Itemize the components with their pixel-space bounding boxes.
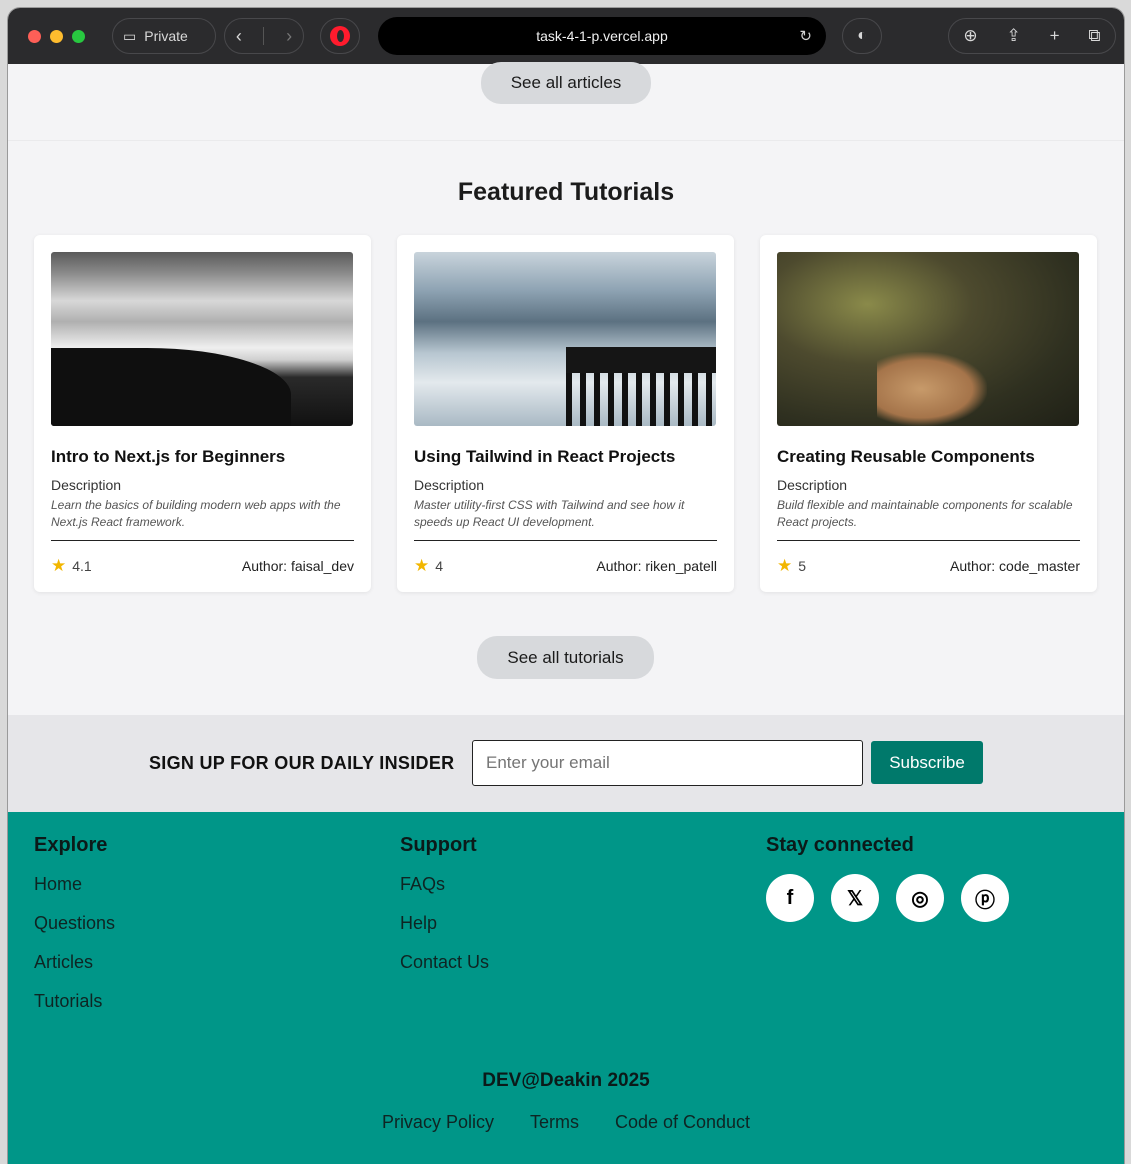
site-footer: Explore Home Questions Articles Tutorial… [8, 812, 1124, 1164]
footer-heading: Support [400, 834, 477, 856]
back-icon[interactable]: ‹ [236, 26, 242, 47]
zoom-window-button[interactable] [72, 29, 85, 43]
pinterest-icon[interactable]: ⓟ [961, 874, 1009, 922]
rating: ★ 5 [777, 556, 806, 576]
close-window-button[interactable] [28, 29, 41, 43]
tutorial-card[interactable]: Using Tailwind in React Projects Descrip… [397, 235, 734, 592]
footer-support: Support FAQs Help Contact Us [400, 834, 489, 991]
rating-value: 4 [435, 558, 444, 574]
tutorial-card[interactable]: Creating Reusable Components Description… [760, 235, 1097, 592]
see-all-tutorials-button[interactable]: See all tutorials [477, 636, 654, 679]
tutorial-description: Build flexible and maintainable componen… [777, 498, 1073, 529]
card-divider [51, 540, 354, 541]
footer-link-home[interactable]: Home [34, 874, 115, 895]
footer-heading: Explore [34, 834, 108, 856]
author: Author: faisal_dev [241, 558, 354, 574]
share-icon[interactable]: ⇪ [1007, 26, 1021, 46]
facebook-icon[interactable]: f [766, 874, 814, 922]
address-bar[interactable]: task-4-1-p.vercel.app ↻ [378, 17, 826, 55]
pier-shape [566, 347, 716, 426]
tutorial-image [414, 252, 716, 426]
footer-link-tutorials[interactable]: Tutorials [34, 991, 115, 1012]
section-divider [8, 140, 1124, 141]
see-all-articles-button[interactable]: See all articles [481, 62, 651, 104]
tutorial-card[interactable]: Intro to Next.js for Beginners Descripti… [34, 235, 371, 592]
shield-icon: ◐ [857, 27, 867, 44]
private-label: Private [144, 28, 188, 44]
reload-icon[interactable]: ↻ [799, 27, 812, 45]
newsletter-section: SIGN UP FOR OUR DAILY INSIDER Subscribe [8, 715, 1124, 812]
tutorial-image [777, 252, 1079, 426]
card-divider [414, 540, 717, 541]
footer-link-articles[interactable]: Articles [34, 952, 115, 973]
star-icon: ★ [777, 556, 793, 575]
shield-button[interactable]: ◐ [842, 18, 882, 54]
subscribe-button[interactable]: Subscribe [871, 741, 983, 784]
opera-button[interactable] [320, 18, 360, 54]
footer-link-contact[interactable]: Contact Us [400, 952, 489, 973]
card-footer: ★ 5 Author: code_master [777, 556, 1080, 576]
minimize-window-button[interactable] [50, 29, 63, 43]
instagram-icon[interactable]: ◎ [896, 874, 944, 922]
tutorial-title: Using Tailwind in React Projects [414, 447, 676, 466]
privacy-policy-link[interactable]: Privacy Policy [382, 1112, 494, 1133]
legal-links: Privacy Policy Terms Code of Conduct [8, 1112, 1124, 1133]
card-footer: ★ 4.1 Author: faisal_dev [51, 556, 354, 576]
toolbar-actions: ⊕ ⇪ + ⧉ [948, 18, 1116, 54]
star-icon: ★ [414, 556, 430, 575]
footer-explore: Explore Home Questions Articles Tutorial… [34, 834, 115, 1030]
private-sidebar-button[interactable]: ▭ Private [112, 18, 216, 54]
browser-window: ▭ Private ‹ › task-4-1-p.vercel.app ↻ ◐ … [8, 8, 1124, 1164]
twitter-icon[interactable]: 𝕏 [831, 874, 879, 922]
url-text: task-4-1-p.vercel.app [536, 28, 668, 44]
copyright-text: DEV@Deakin 2025 [482, 1070, 650, 1091]
tutorial-subtitle: Description [777, 477, 848, 493]
browser-toolbar: ▭ Private ‹ › task-4-1-p.vercel.app ↻ ◐ … [8, 8, 1124, 64]
author: Author: code_master [950, 558, 1080, 574]
footer-link-questions[interactable]: Questions [34, 913, 115, 934]
navigation-buttons: ‹ › [224, 18, 304, 54]
tutorial-description: Learn the basics of building modern web … [51, 498, 341, 529]
tutorial-description: Master utility-first CSS with Tailwind a… [414, 498, 685, 529]
author: Author: riken_patell [596, 558, 717, 574]
newsletter-label: SIGN UP FOR OUR DAILY INSIDER [149, 753, 455, 773]
tutorial-subtitle: Description [51, 477, 122, 493]
nav-separator [263, 27, 265, 45]
page-content: See all articles Featured Tutorials Intr… [8, 62, 1124, 1164]
tutorial-title: Creating Reusable Components [777, 447, 1035, 466]
download-icon[interactable]: ⊕ [963, 26, 977, 46]
code-of-conduct-link[interactable]: Code of Conduct [615, 1112, 750, 1133]
footer-social: Stay connected f 𝕏 ◎ ⓟ [766, 834, 1009, 922]
sidebar-icon: ▭ [123, 27, 137, 44]
tutorial-image [51, 252, 353, 426]
footer-link-help[interactable]: Help [400, 913, 489, 934]
email-input[interactable] [472, 740, 863, 786]
rating-value: 4.1 [72, 558, 92, 574]
card-footer: ★ 4 Author: riken_patell [414, 556, 717, 576]
tutorial-title: Intro to Next.js for Beginners [51, 447, 286, 466]
card-divider [777, 540, 1080, 541]
window-controls [28, 29, 85, 43]
tabs-icon[interactable]: ⧉ [1088, 26, 1100, 46]
deer-shape [877, 352, 987, 426]
rating: ★ 4.1 [51, 556, 92, 576]
featured-tutorials-title: Featured Tutorials [457, 178, 675, 206]
forward-icon[interactable]: › [286, 26, 292, 47]
terms-link[interactable]: Terms [530, 1112, 579, 1133]
tutorial-subtitle: Description [414, 477, 485, 493]
new-tab-icon[interactable]: + [1050, 26, 1060, 46]
social-links: f 𝕏 ◎ ⓟ [766, 874, 1009, 922]
rating-value: 5 [798, 558, 807, 574]
star-icon: ★ [51, 556, 67, 575]
footer-link-faqs[interactable]: FAQs [400, 874, 489, 895]
rating: ★ 4 [414, 556, 443, 576]
opera-icon [330, 26, 350, 46]
footer-heading: Stay connected [766, 834, 914, 856]
